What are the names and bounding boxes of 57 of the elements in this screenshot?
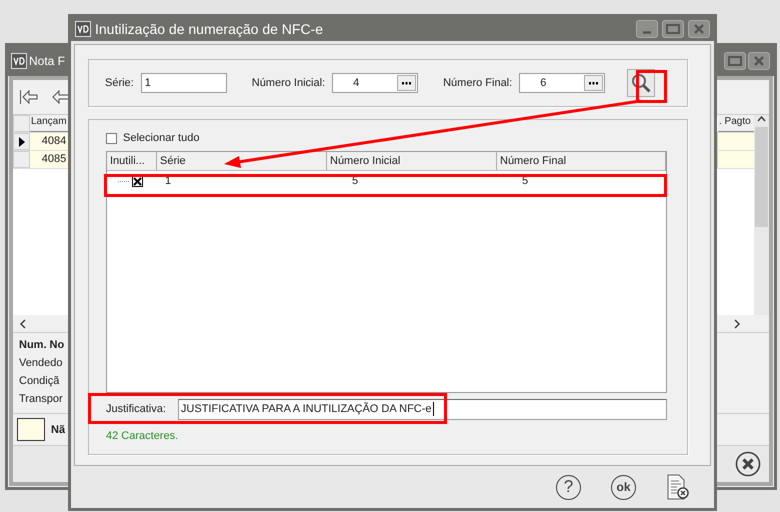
field-label: Número Final: bbox=[443, 77, 512, 89]
window-title: Nota F bbox=[29, 54, 66, 68]
column-header[interactable]: . Pagto bbox=[718, 115, 754, 132]
maximize-icon bbox=[666, 24, 680, 34]
current-row-icon bbox=[18, 136, 24, 146]
column-header[interactable]: Série bbox=[157, 152, 327, 171]
ellipsis-icon bbox=[402, 82, 412, 84]
input-field[interactable]: JUSTIFICATIVA PARA A INUTILIZAÇÃO DA NFC-e bbox=[178, 398, 667, 420]
search-icon bbox=[630, 72, 652, 94]
minimize-button[interactable] bbox=[636, 20, 658, 38]
field-label: Transpor bbox=[19, 393, 64, 405]
close-icon bbox=[693, 24, 705, 34]
first-record-icon[interactable] bbox=[19, 89, 39, 105]
input-field[interactable]: 6 bbox=[519, 73, 606, 93]
legend-label: Nã bbox=[51, 424, 66, 436]
input-field[interactable]: 1 bbox=[140, 73, 227, 93]
character-count: 42 Caracteres. bbox=[106, 430, 180, 442]
maximize-icon bbox=[728, 56, 742, 66]
column-header[interactable]: Inutili... bbox=[107, 152, 157, 171]
field-label: Número Inicial: bbox=[252, 77, 326, 89]
field-label: Condiçã bbox=[19, 375, 60, 387]
scrollbar-thumb[interactable] bbox=[755, 127, 768, 227]
scroll-left-icon[interactable] bbox=[19, 318, 27, 328]
ok-button[interactable]: ok bbox=[611, 474, 636, 500]
maximize-button[interactable] bbox=[662, 20, 684, 38]
checkbox[interactable] bbox=[106, 132, 117, 144]
field-label: Vendedo bbox=[19, 357, 64, 369]
app-logo-icon bbox=[11, 53, 27, 69]
help-button[interactable]: ? bbox=[556, 474, 581, 500]
input-field[interactable]: 4 bbox=[332, 73, 418, 93]
document-cancel-icon bbox=[666, 474, 690, 500]
legend-swatch bbox=[17, 418, 45, 441]
highlight-frame bbox=[636, 70, 667, 103]
lookup-button[interactable] bbox=[584, 75, 604, 91]
field-label: Justificativa: bbox=[106, 403, 166, 415]
close-button[interactable] bbox=[735, 451, 761, 477]
cancel-document-button[interactable] bbox=[666, 474, 690, 500]
table-cell bbox=[717, 151, 754, 168]
table-cell bbox=[717, 133, 754, 150]
minimize-icon bbox=[643, 30, 651, 34]
close-icon bbox=[753, 56, 765, 66]
ellipsis-icon bbox=[589, 82, 598, 84]
scroll-up-icon[interactable] bbox=[757, 115, 766, 123]
column-header[interactable]: Número Final bbox=[497, 152, 666, 171]
scroll-right-icon[interactable] bbox=[733, 318, 741, 328]
window-title: Inutilização de numeração de NFC-e bbox=[95, 21, 324, 37]
lookup-button[interactable] bbox=[397, 75, 416, 91]
close-circle-icon bbox=[735, 451, 761, 477]
field-label: Série: bbox=[105, 77, 134, 89]
vertical-scrollbar[interactable] bbox=[754, 115, 769, 315]
previous-record-icon[interactable] bbox=[51, 89, 71, 105]
column-header[interactable]: Número Inicial bbox=[327, 152, 497, 171]
maximize-button[interactable] bbox=[724, 52, 746, 70]
row-indicator[interactable] bbox=[13, 133, 30, 150]
field-label: Num. No bbox=[19, 339, 66, 351]
app-logo-icon bbox=[75, 21, 91, 37]
checkbox-label[interactable]: Selecionar tudo bbox=[123, 132, 200, 144]
